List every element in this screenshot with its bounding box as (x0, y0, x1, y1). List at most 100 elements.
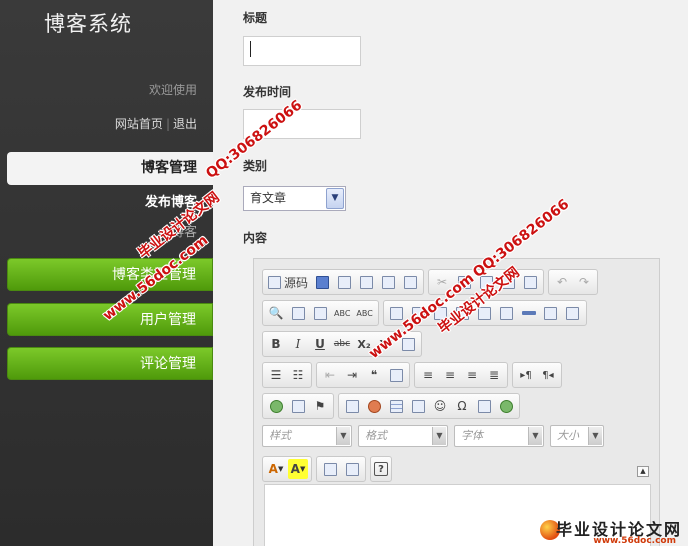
justify-button[interactable]: ≣ (484, 365, 504, 385)
toolbar-group-links: ⚑ (262, 393, 334, 419)
paste-word-button[interactable] (520, 272, 540, 292)
page-break-button[interactable] (474, 396, 494, 416)
bulleted-list-button[interactable]: ☷ (288, 365, 308, 385)
image-icon (345, 399, 359, 413)
nav-comment-management[interactable]: 评论管理 (7, 347, 213, 380)
new-page-button[interactable] (334, 272, 354, 292)
image-button[interactable] (342, 396, 362, 416)
toolbar-group-clipboard: ✂ (428, 269, 545, 295)
select-all-button[interactable] (310, 303, 330, 323)
remove-format-button[interactable] (398, 334, 418, 354)
ltr-button[interactable]: ▸¶ (516, 365, 536, 385)
iframe-button[interactable] (496, 396, 516, 416)
toolbar-row-6: 样式 ▼ 格式 ▼ 字体 ▼ 大小 ▼ (262, 425, 604, 451)
textfield-button[interactable] (453, 303, 473, 323)
link-button[interactable] (266, 396, 286, 416)
select-field-button[interactable] (497, 303, 517, 323)
undo-button[interactable]: ↶ (552, 272, 572, 292)
textarea-button[interactable] (475, 303, 495, 323)
radio-button[interactable] (431, 303, 451, 323)
chevron-down-icon[interactable]: ▼ (432, 427, 446, 445)
site-home-link[interactable]: 网站首页 (115, 117, 163, 131)
nav-blog-type-management[interactable]: 博客类型管理 (7, 258, 213, 291)
superscript-button[interactable]: X² (376, 334, 396, 354)
rtl-button[interactable]: ¶◂ (538, 365, 558, 385)
hidden-field-button[interactable] (563, 303, 583, 323)
bg-color-button[interactable]: A ▼ (288, 459, 308, 479)
find-button[interactable]: 🔍 (266, 303, 286, 323)
nav-blog-management[interactable]: 博客管理 (7, 152, 213, 185)
special-char-button[interactable]: Ω (452, 396, 472, 416)
logout-link[interactable]: 退出 (173, 117, 197, 131)
cut-button[interactable]: ✂ (432, 272, 452, 292)
nav-publish-blog[interactable]: 发布博客 (145, 191, 197, 210)
numbered-list-button[interactable]: ☰ (266, 365, 286, 385)
preview-button[interactable] (356, 272, 376, 292)
spellcheck-menu-button[interactable]: ABC (354, 303, 374, 323)
size-combo[interactable]: 大小 ▼ (550, 425, 604, 447)
source-button[interactable]: 源码 (266, 272, 310, 292)
paste-text-button[interactable] (498, 272, 518, 292)
outdent-button[interactable]: ⇤ (320, 365, 340, 385)
checkbox-button[interactable] (409, 303, 429, 323)
toolbar-group-undo: ↶ ↷ (548, 269, 599, 295)
checkbox-icon (412, 306, 426, 320)
align-right-button[interactable]: ≡ (462, 365, 482, 385)
flash-button[interactable] (364, 396, 384, 416)
toolbar-row-2: 🔍 ABC ABC (262, 300, 587, 326)
app-title: 博客系统 (44, 12, 132, 36)
replace-button[interactable] (288, 303, 308, 323)
chevron-down-icon[interactable]: ▼ (326, 188, 344, 209)
anchor-button[interactable]: ⚑ (310, 396, 330, 416)
style-combo[interactable]: 样式 ▼ (262, 425, 352, 447)
bold-button[interactable]: B (266, 334, 286, 354)
horizontal-rule-button[interactable] (408, 396, 428, 416)
nav-user-management[interactable]: 用户管理 (7, 303, 213, 336)
form-icon (390, 306, 404, 320)
collapse-toolbar-button[interactable]: ▲ (637, 466, 649, 477)
show-blocks-button[interactable] (342, 459, 362, 479)
strike-button[interactable]: abc (332, 334, 352, 354)
title-input[interactable] (243, 36, 361, 66)
table-button[interactable] (386, 396, 406, 416)
help-button[interactable]: ? (374, 462, 388, 476)
unlink-button[interactable] (288, 396, 308, 416)
size-combo-label: 大小 (557, 429, 579, 442)
templates-button[interactable] (400, 272, 420, 292)
nav-blog-list[interactable]: 博客 (171, 221, 197, 240)
page-break-icon (477, 399, 491, 413)
chevron-down-icon[interactable]: ▼ (336, 427, 350, 445)
chevron-down-icon[interactable]: ▼ (588, 427, 602, 445)
save-button[interactable] (312, 272, 332, 292)
print-button[interactable] (378, 272, 398, 292)
redo-button[interactable]: ↷ (574, 272, 594, 292)
underline-button[interactable]: U (310, 334, 330, 354)
eraser-icon (401, 337, 415, 351)
align-left-button[interactable]: ≡ (418, 365, 438, 385)
italic-button[interactable]: I (288, 334, 308, 354)
category-select[interactable]: 育文章 ▼ (243, 186, 346, 211)
chevron-down-icon[interactable]: ▼ (528, 427, 542, 445)
button-field-button[interactable] (519, 303, 539, 323)
document-icon (268, 275, 281, 289)
text-color-button[interactable]: A ▼ (266, 459, 286, 479)
spellcheck-button[interactable]: ABC (332, 303, 352, 323)
publish-time-input[interactable] (243, 109, 361, 139)
font-combo[interactable]: 字体 ▼ (454, 425, 544, 447)
paste-button[interactable] (476, 272, 496, 292)
image-button-button[interactable] (541, 303, 561, 323)
format-combo[interactable]: 格式 ▼ (358, 425, 448, 447)
radio-icon (434, 306, 448, 320)
form-button[interactable] (387, 303, 407, 323)
smiley-button[interactable]: ☺ (430, 396, 450, 416)
subscript-button[interactable]: X₂ (354, 334, 374, 354)
link-icon (269, 399, 283, 413)
toolbar-row-5: ⚑ ☺ Ω (262, 393, 520, 419)
indent-button[interactable]: ⇥ (342, 365, 362, 385)
align-center-button[interactable]: ≡ (440, 365, 460, 385)
maximize-button[interactable] (320, 459, 340, 479)
rich-text-editor: 源码 ✂ ↶ ↷ 🔍 ABC ABC B I U abc X₂ X² ☰ ☷ ⇤… (253, 258, 660, 546)
blockquote-button[interactable]: ❝ (364, 365, 384, 385)
div-container-button[interactable] (386, 365, 406, 385)
copy-button[interactable] (454, 272, 474, 292)
